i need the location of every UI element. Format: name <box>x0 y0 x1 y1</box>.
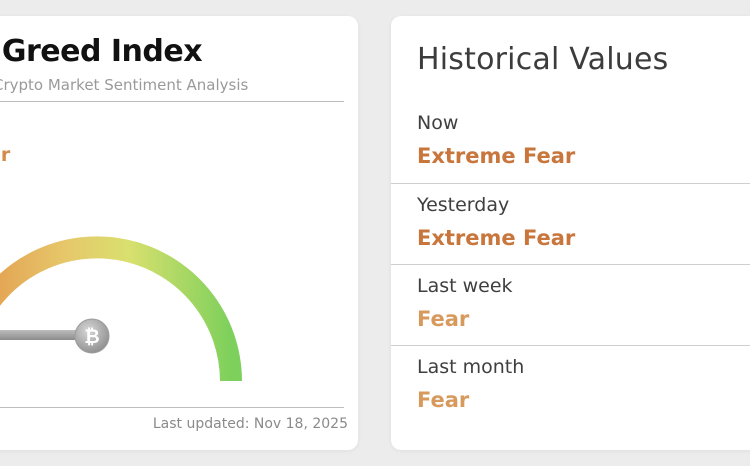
history-label: Last week <box>417 275 513 297</box>
current-sentiment-label: ar <box>0 144 11 166</box>
last-updated-text: Last updated: Nov 18, 2025 <box>152 416 348 432</box>
gauge-arc <box>0 236 242 382</box>
card-title: r & Greed Index <box>0 34 203 69</box>
history-value: Extreme Fear <box>417 226 576 250</box>
history-value: Fear <box>417 307 470 331</box>
svg-text:₿: ₿ <box>84 326 99 348</box>
history-label: Now <box>417 112 459 134</box>
history-label: Last month <box>417 356 525 378</box>
bitcoin-icon: ₿ <box>74 318 110 354</box>
sentiment-gauge: ₿ <box>0 236 242 382</box>
history-value: Extreme Fear <box>417 144 576 168</box>
divider <box>391 183 750 184</box>
card-title: Historical Values <box>417 42 669 77</box>
divider <box>0 407 344 408</box>
divider <box>0 101 344 102</box>
history-value: Fear <box>417 388 470 412</box>
divider <box>391 264 750 265</box>
fear-greed-card: r & Greed Index Crypto Market Sentiment … <box>0 16 358 450</box>
historical-values-card: Historical Values Now Extreme Fear Yeste… <box>391 16 750 450</box>
card-subtitle: Crypto Market Sentiment Analysis <box>0 76 249 94</box>
history-label: Yesterday <box>417 194 510 216</box>
divider <box>391 345 750 346</box>
